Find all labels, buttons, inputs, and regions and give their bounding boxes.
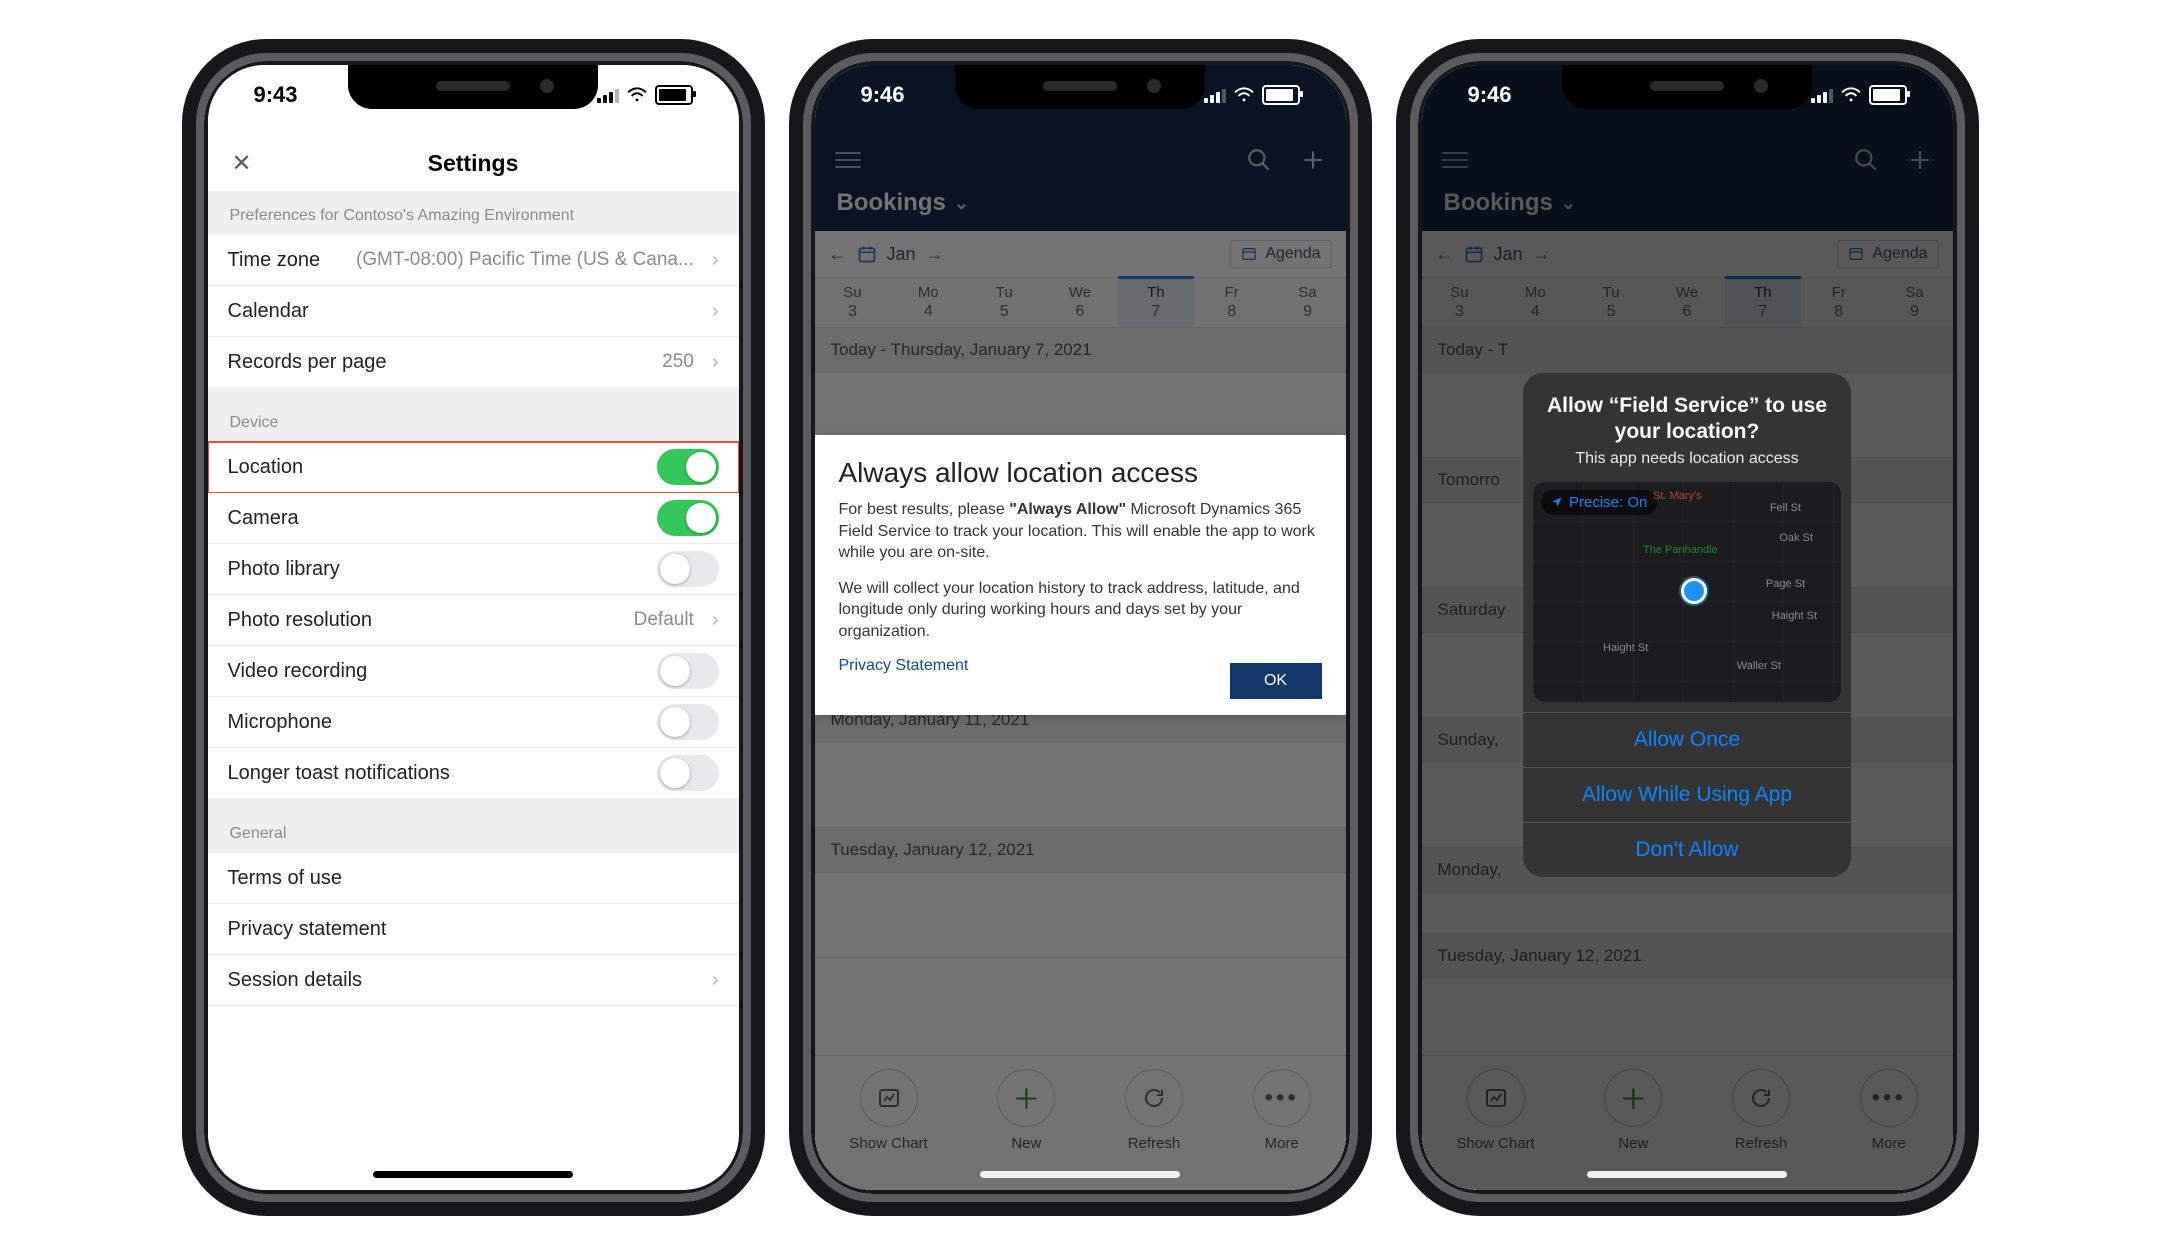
home-indicator[interactable] — [373, 1171, 573, 1178]
section-device-header: Device — [208, 388, 739, 442]
alert-title: Allow “Field Service” to use your locati… — [1545, 393, 1829, 446]
location-dot-icon — [1681, 578, 1707, 604]
status-icons — [1811, 85, 1907, 105]
ios-location-alert: Allow “Field Service” to use your locati… — [1523, 373, 1851, 877]
page-title: Settings — [428, 150, 519, 177]
phone-ios-location-alert: Bookings ⌄ ← Jan → Agenda Su3 Mo4 — [1410, 53, 1965, 1202]
notch — [955, 65, 1205, 109]
row-photo-library[interactable]: Photo library — [208, 544, 739, 595]
wifi-icon — [626, 87, 648, 103]
status-time: 9:46 — [1468, 82, 1512, 108]
battery-icon — [1262, 85, 1300, 105]
chevron-right-icon: › — [712, 351, 719, 374]
toggle-location[interactable] — [657, 449, 719, 485]
row-value: 250 — [662, 351, 694, 373]
notch — [348, 65, 598, 109]
modal-title: Always allow location access — [839, 457, 1322, 489]
alert-map-preview: Precise: On Fell St Oak St The Panhandle… — [1533, 482, 1841, 702]
notch — [1562, 65, 1812, 109]
close-icon[interactable]: ✕ — [232, 149, 252, 178]
row-records-per-page[interactable]: Records per page 250 › — [208, 337, 739, 388]
precise-badge[interactable]: Precise: On — [1541, 490, 1657, 515]
row-microphone[interactable]: Microphone — [208, 697, 739, 748]
location-access-modal: Always allow location access For best re… — [815, 435, 1346, 715]
alert-subtitle: This app needs location access — [1545, 450, 1829, 468]
ok-button[interactable]: OK — [1230, 663, 1322, 699]
row-terms[interactable]: Terms of use — [208, 853, 739, 904]
status-time: 9:46 — [861, 82, 905, 108]
home-indicator[interactable] — [980, 1171, 1180, 1178]
status-icons — [1204, 85, 1300, 105]
phone-location-prompt: Bookings ⌄ ← Jan → Agenda Su3 Mo4 — [803, 53, 1358, 1202]
chevron-right-icon: › — [712, 300, 719, 323]
status-icons — [597, 85, 693, 105]
allow-while-using-button[interactable]: Allow While Using App — [1523, 767, 1851, 822]
row-label: Microphone — [228, 711, 333, 734]
row-label: Time zone — [228, 249, 321, 272]
row-label: Photo library — [228, 558, 340, 581]
row-calendar[interactable]: Calendar › — [208, 286, 739, 337]
row-session-details[interactable]: Session details › — [208, 955, 739, 1006]
row-value: Default — [634, 609, 694, 631]
modal-paragraph-2: We will collect your location history to… — [839, 578, 1322, 643]
row-video-recording[interactable]: Video recording — [208, 646, 739, 697]
section-general-header: General — [208, 799, 739, 853]
battery-icon — [655, 85, 693, 105]
signal-icon — [1204, 88, 1226, 103]
chevron-right-icon: › — [712, 249, 719, 272]
row-label: Privacy statement — [228, 918, 387, 941]
row-label: Records per page — [228, 351, 387, 374]
row-timezone[interactable]: Time zone (GMT-08:00) Pacific Time (US &… — [208, 235, 739, 286]
row-toast-notifications[interactable]: Longer toast notifications — [208, 748, 739, 799]
chevron-right-icon: › — [712, 969, 719, 992]
signal-icon — [597, 88, 619, 103]
modal-paragraph-1: For best results, please "Always Allow" … — [839, 499, 1322, 564]
signal-icon — [1811, 88, 1833, 103]
toggle-photo-library[interactable] — [657, 551, 719, 587]
row-label: Session details — [228, 969, 363, 992]
row-privacy-statement[interactable]: Privacy statement — [208, 904, 739, 955]
row-photo-resolution[interactable]: Photo resolution Default › — [208, 595, 739, 646]
row-label: Photo resolution — [228, 609, 373, 632]
row-label: Terms of use — [228, 867, 342, 890]
row-label: Video recording — [228, 660, 368, 683]
section-preferences-header: Preferences for Contoso's Amazing Enviro… — [208, 191, 739, 235]
status-time: 9:43 — [254, 82, 298, 108]
row-label: Calendar — [228, 300, 309, 323]
privacy-statement-link[interactable]: Privacy Statement — [839, 657, 969, 674]
toggle-toast[interactable] — [657, 755, 719, 791]
phone-settings: 9:43 ✕ Settings Preferences for Contoso'… — [196, 53, 751, 1202]
battery-icon — [1869, 85, 1907, 105]
toggle-video[interactable] — [657, 653, 719, 689]
allow-once-button[interactable]: Allow Once — [1523, 712, 1851, 767]
row-value: (GMT-08:00) Pacific Time (US & Cana... — [356, 249, 694, 271]
toggle-microphone[interactable] — [657, 704, 719, 740]
home-indicator[interactable] — [1587, 1171, 1787, 1178]
wifi-icon — [1840, 87, 1862, 103]
location-arrow-icon — [1551, 496, 1563, 508]
wifi-icon — [1233, 87, 1255, 103]
chevron-right-icon: › — [712, 609, 719, 632]
row-location[interactable]: Location — [208, 442, 739, 493]
toggle-camera[interactable] — [657, 500, 719, 536]
row-label: Location — [228, 456, 304, 479]
dont-allow-button[interactable]: Don't Allow — [1523, 822, 1851, 877]
row-label: Longer toast notifications — [228, 762, 450, 785]
settings-header: ✕ Settings — [208, 135, 739, 191]
row-label: Camera — [228, 507, 299, 530]
row-camera[interactable]: Camera — [208, 493, 739, 544]
